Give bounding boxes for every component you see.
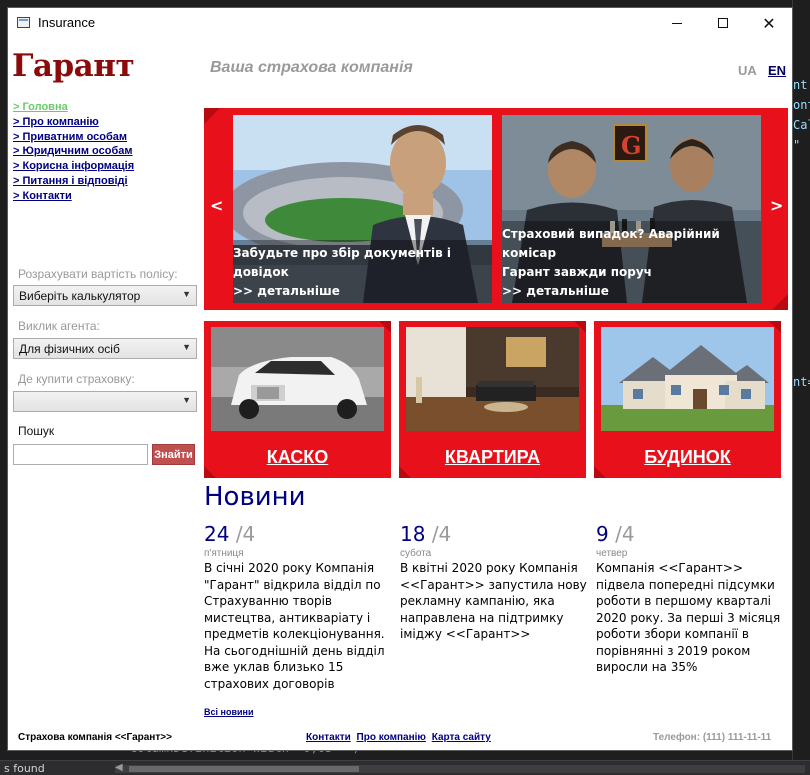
buy-location-select[interactable]: ▼	[13, 391, 197, 412]
slider-prev-button[interactable]: <	[210, 196, 223, 215]
lang-en-link[interactable]: EN	[768, 63, 786, 78]
slide-caption: Забудьте про збір документів і довідок >…	[233, 240, 492, 303]
agent-select-value: Для фізичних осіб	[19, 342, 120, 356]
scrollbar-thumb[interactable]	[129, 766, 359, 772]
news-item: 24 /4 п'ятниця В січні 2020 року Компані…	[204, 522, 394, 692]
agent-label: Виклик агента:	[18, 319, 100, 333]
calculator-select[interactable]: Виберіть калькулятор ▼	[13, 285, 197, 306]
news-item: 9 /4 четвер Компанія <<Гарант>> підвела …	[596, 522, 790, 676]
news-date: 24 /4	[204, 522, 256, 546]
apartment-interior-image	[406, 327, 579, 431]
tile-house[interactable]: БУДИНОК	[594, 321, 781, 478]
slider-next-button[interactable]: >	[770, 196, 783, 215]
tile-kasko[interactable]: КАСКО	[204, 321, 391, 478]
window-title: Insurance	[38, 15, 96, 30]
tagline: Ваша страхова компанія	[210, 59, 413, 76]
nav-item-faq[interactable]: > Питання і відповіді	[13, 174, 134, 189]
news-text: В квітні 2020 року Компанія <<Гарант>> з…	[400, 561, 587, 641]
chevron-down-icon: ▼	[182, 395, 191, 405]
promo-slider: < > Забудьте про збір документів і довід…	[204, 108, 788, 310]
news-item: 18 /4 субота В квітні 2020 року Компанія…	[400, 522, 590, 643]
search-label: Пошук	[18, 424, 55, 438]
slide-documents[interactable]: Забудьте про збір документів і довідок >…	[233, 115, 492, 303]
close-button[interactable]: ✕	[746, 8, 792, 38]
nav-item-contacts[interactable]: > Контакти	[13, 189, 134, 204]
news-date: 9 /4	[596, 522, 635, 546]
buy-label: Де купити страховку:	[18, 372, 135, 386]
news-weekday: четвер	[596, 548, 628, 559]
chevron-down-icon: ▼	[182, 342, 191, 352]
nav-item-useful-info[interactable]: > Корисна інформація	[13, 159, 134, 174]
footer-links: Контакти Про компанію Карта сайту	[306, 732, 494, 743]
chevron-down-icon: ▼	[182, 289, 191, 299]
horizontal-scrollbar[interactable]: ◀	[115, 762, 805, 773]
footer-link-about[interactable]: Про компанію	[357, 732, 426, 743]
page-content: Гарант Ваша страхова компанія UA EN > Го…	[8, 38, 792, 750]
search-button[interactable]: Знайти	[152, 444, 195, 465]
all-news-link[interactable]: Всі новини	[204, 707, 253, 717]
scroll-left-icon[interactable]: ◀	[115, 762, 123, 773]
nav-item-private[interactable]: > Приватним особам	[13, 130, 134, 145]
car-image	[211, 327, 384, 431]
nav-item-home[interactable]: > Головна	[13, 100, 134, 115]
news-weekday: п'ятниця	[204, 548, 244, 559]
status-text: s found	[4, 762, 45, 775]
news-heading: Новини	[204, 482, 306, 512]
background-editor-right: nt ont Cal " nt=	[792, 0, 810, 760]
tile-title[interactable]: КВАРТИРА	[399, 447, 586, 468]
news-text: Компанія <<Гарант>> підвела попередні пі…	[596, 561, 781, 674]
news-date: 18 /4	[400, 522, 452, 546]
slide-caption: Страховий випадок? Аварійний комісар Гар…	[502, 221, 761, 303]
lang-ua-link[interactable]: UA	[738, 63, 757, 78]
ide-status-bar: s found ◀	[0, 760, 810, 775]
house-image	[601, 327, 774, 431]
tile-title[interactable]: КАСКО	[204, 447, 391, 468]
slide-emergency-commissioner[interactable]: G Страховий випадок? Аварійний комісар Г…	[502, 115, 761, 303]
nav-item-business[interactable]: > Юридичним особам	[13, 144, 134, 159]
slide-more-link[interactable]: >> детальніше	[233, 282, 492, 301]
calculator-select-value: Виберіть калькулятор	[19, 289, 141, 303]
minimize-icon	[672, 22, 682, 24]
app-window: Insurance ✕ Гарант Ваша страхова компані…	[8, 8, 792, 750]
search-input[interactable]	[13, 444, 148, 465]
footer-link-contacts[interactable]: Контакти	[306, 732, 351, 743]
footer-link-sitemap[interactable]: Карта сайту	[432, 732, 491, 743]
calc-label: Розрахувати вартість полісу:	[18, 267, 178, 281]
maximize-button[interactable]	[700, 8, 746, 38]
title-bar[interactable]: Insurance ✕	[8, 8, 792, 38]
maximize-icon	[718, 18, 728, 28]
tile-apartment[interactable]: КВАРТИРА	[399, 321, 586, 478]
agent-select[interactable]: Для фізичних осіб ▼	[13, 338, 197, 359]
minimize-button[interactable]	[654, 8, 700, 38]
slide-more-link[interactable]: >> детальніше	[502, 282, 761, 301]
news-weekday: субота	[400, 548, 432, 559]
brand-logo[interactable]: Гарант	[12, 48, 135, 84]
svg-text:G: G	[621, 131, 642, 160]
nav-item-about[interactable]: > Про компанію	[13, 115, 134, 130]
footer-phone: Телефон: (111) 111-11-11	[653, 732, 772, 743]
main-nav: > Головна > Про компанію > Приватним осо…	[13, 100, 134, 204]
news-text: В січні 2020 року Компанія "Гарант" відк…	[204, 561, 385, 691]
footer-company: Страхова компанія <<Гарант>>	[18, 732, 172, 743]
close-icon: ✕	[762, 13, 776, 33]
tile-title[interactable]: БУДИНОК	[594, 447, 781, 468]
app-window-icon	[17, 17, 30, 28]
